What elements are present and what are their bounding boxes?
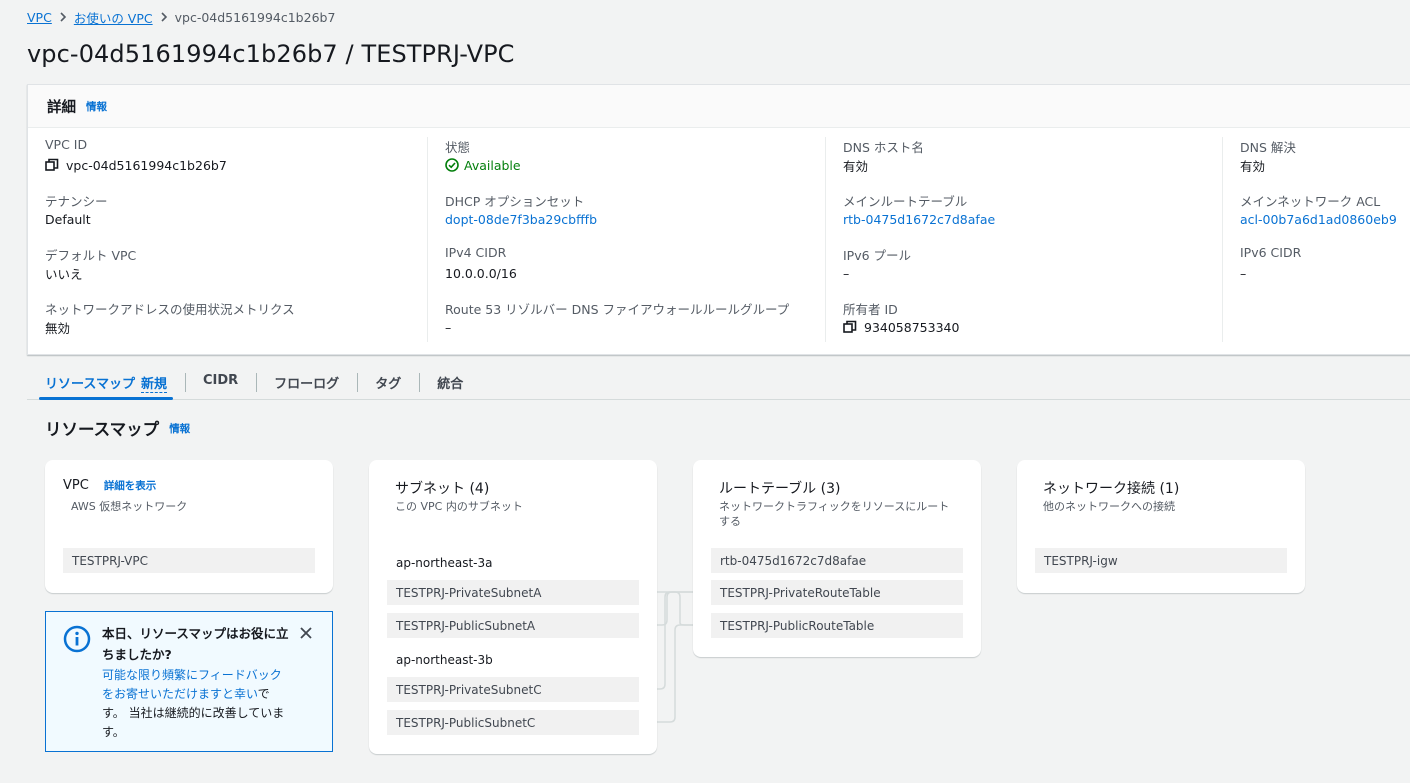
new-badge: 新規 [140,377,167,393]
details-column-2: 状態 Available DHCP オプションセット dopt-08de7f3b… [427,137,825,342]
field-network-address-metrics: ネットワークアドレスの使用状況メトリクス 無効 [45,302,295,336]
route-table-node[interactable]: TESTPRJ-PrivateRouteTable [711,580,963,605]
field-route53-firewall: Route 53 リゾルバー DNS ファイアウォールルールグループ – [445,302,790,335]
resource-map-title: リソースマップ [45,420,160,439]
tab-flow-logs[interactable]: フローログ [256,368,357,399]
dhcp-options-link[interactable]: dopt-08de7f3ba29cbfffb [445,209,597,229]
vpc-card: VPC 詳細を表示 AWS 仮想ネットワーク TESTPRJ-VPC [45,460,333,593]
field-default-vpc: デフォルト VPC いいえ [45,248,137,282]
subnet-node[interactable]: TESTPRJ-PrivateSubnetA [387,580,639,605]
status-positive-icon [445,158,459,172]
subnet-node[interactable]: TESTPRJ-PublicSubnetC [387,710,639,735]
field-ipv6-pool: IPv6 プール – [843,248,912,281]
page-title: vpc-04d5161994c1b26b7 / TESTPRJ-VPC [27,40,515,68]
chevron-right-icon [153,12,175,22]
vpc-node[interactable]: TESTPRJ-VPC [63,548,315,573]
field-vpc-id: VPC ID vpc-04d5161994c1b26b7 [45,137,227,173]
vpc-detail-link[interactable]: 詳細を表示 [104,480,157,492]
main-network-acl-link[interactable]: acl-00b7a6d1ad0860eb9 [1240,209,1397,229]
breadcrumb-vpc-link[interactable]: VPC [27,10,52,25]
subnet-node[interactable]: TESTPRJ-PrivateSubnetC [387,677,639,702]
feedback-body: 可能な限り頻繁にフィードバックをお寄せいただけますと幸いです。 当社は継続的に改… [102,668,285,739]
resource-map-header: リソースマップ 情報 [45,416,190,440]
vpc-card-subtitle: AWS 仮想ネットワーク [71,500,188,513]
main-route-table-link[interactable]: rtb-0475d1672c7d8afae [843,209,995,229]
info-circle-icon [63,625,91,653]
details-panel: 詳細 情報 VPC ID vpc-04d5161994c1b26b7 テナンシー… [27,84,1410,355]
az-label-a: ap-northeast-3a [396,556,493,570]
breadcrumb-your-vpcs-link[interactable]: お使いの VPC [74,8,153,27]
breadcrumb-current: vpc-04d5161994c1b26b7 [174,9,336,25]
field-tenancy: テナンシー Default [45,194,108,227]
route-tables-card: ルートテーブル (3) ネットワークトラフィックをリソースにルートする rtb-… [693,460,981,657]
field-main-network-acl: メインネットワーク ACL acl-00b7a6d1ad0860eb9 [1240,191,1397,229]
connection-node[interactable]: TESTPRJ-igw [1035,548,1287,573]
field-main-route-table: メインルートテーブル rtb-0475d1672c7d8afae [843,191,995,229]
field-dhcp-options: DHCP オプションセット dopt-08de7f3ba29cbfffb [445,191,597,229]
copy-icon[interactable] [843,320,857,334]
details-header: 詳細 情報 [28,85,1410,128]
route-tables-card-title: ルートテーブル (3) [719,481,841,497]
tab-bar: リソースマップ 新規 CIDR フローログ タグ 統合 [27,368,1410,400]
field-ipv6-cidr: IPv6 CIDR – [1240,245,1302,281]
tab-resource-map[interactable]: リソースマップ 新規 [27,368,185,400]
field-dns-hostnames: DNS ホスト名 有効 [843,140,924,174]
field-state: 状態 Available [445,140,521,173]
vpc-card-title: VPC [63,478,89,493]
details-info-link[interactable]: 情報 [86,99,107,114]
close-icon[interactable] [298,625,314,641]
network-connections-card-title: ネットワーク接続 (1) [1043,481,1180,497]
details-column-1: VPC ID vpc-04d5161994c1b26b7 テナンシー Defau… [28,137,426,342]
network-connections-card-subtitle: 他のネットワークへの接続 [1043,500,1175,513]
feedback-title: 本日、リソースマップはお役に立ちましたか? [102,626,289,662]
az-label-b: ap-northeast-3b [396,653,493,667]
route-tables-card-subtitle: ネットワークトラフィックをリソースにルートする [719,500,950,528]
field-owner-id: 所有者 ID 934058753340 [843,302,960,335]
subnet-node[interactable]: TESTPRJ-PublicSubnetA [387,613,639,638]
breadcrumb: VPC お使いの VPC vpc-04d5161994c1b26b7 [27,8,335,26]
tab-cidr[interactable]: CIDR [184,368,256,399]
field-ipv4-cidr: IPv4 CIDR 10.0.0.0/16 [445,245,517,281]
chevron-right-icon [52,12,74,22]
tab-integrations[interactable]: 統合 [419,368,481,399]
subnets-card: サブネット (4) この VPC 内のサブネット ap-northeast-3a… [369,460,657,754]
details-title: 詳細 [47,99,76,116]
network-connections-card: ネットワーク接続 (1) 他のネットワークへの接続 TESTPRJ-igw [1017,460,1305,593]
feedback-alert: 本日、リソースマップはお役に立ちましたか? 可能な限り頻繁にフィードバックをお寄… [45,611,333,752]
copy-icon[interactable] [45,158,59,172]
resource-map-info-link[interactable]: 情報 [169,421,190,436]
route-table-node[interactable]: rtb-0475d1672c7d8afae [711,548,963,573]
details-column-3: DNS ホスト名 有効 メインルートテーブル rtb-0475d1672c7d8… [825,137,1223,342]
subnets-card-title: サブネット (4) [395,481,490,497]
field-dns-resolution: DNS 解決 有効 [1240,140,1296,174]
details-column-4: DNS 解決 有効 メインネットワーク ACL acl-00b7a6d1ad08… [1222,137,1410,342]
route-table-node[interactable]: TESTPRJ-PublicRouteTable [711,613,963,638]
tab-tags[interactable]: タグ [357,368,419,399]
subnets-card-subtitle: この VPC 内のサブネット [395,500,523,513]
feedback-link[interactable]: 可能な限り頻繁にフィードバックをお寄せいただけますと幸い [102,668,282,701]
